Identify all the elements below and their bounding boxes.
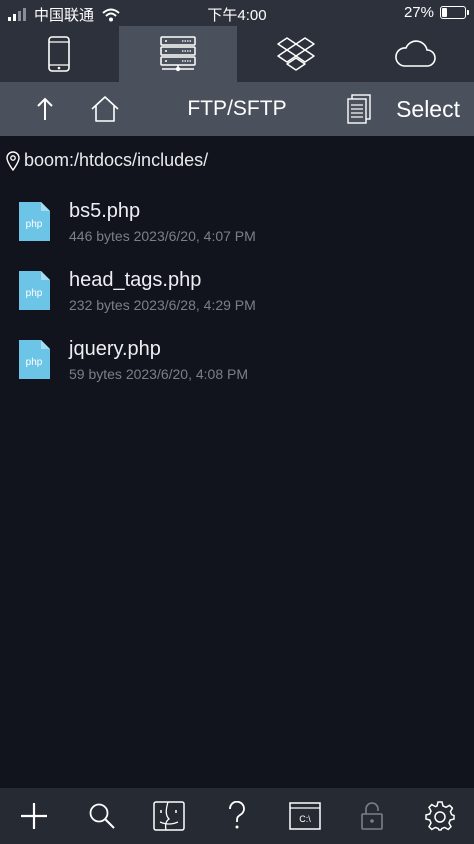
- finder-icon: [153, 801, 185, 831]
- plus-icon: [20, 803, 47, 829]
- status-bar: 中国联通 下午4:00 27%: [0, 0, 474, 26]
- tab-dropbox[interactable]: [237, 26, 356, 82]
- file-name: bs5.php: [69, 200, 141, 222]
- cloud-icon: [394, 40, 436, 67]
- breadcrumb: boom:/htdocs/includes/: [6, 150, 208, 171]
- battery-percent: 27%: [403, 4, 434, 21]
- lock-button[interactable]: [348, 792, 396, 840]
- file-name: head_tags.php: [69, 269, 202, 291]
- battery-icon: [440, 6, 469, 19]
- file-ext-label: php: [26, 288, 43, 299]
- source-tab-bar: [0, 26, 474, 82]
- search-button[interactable]: [78, 792, 126, 840]
- list-item[interactable]: php jquery.php 59 bytes 2023/6/20, 4:08 …: [0, 330, 474, 399]
- finder-button[interactable]: [145, 792, 193, 840]
- terminal-icon: C:\: [288, 802, 321, 830]
- home-icon: [91, 96, 119, 122]
- file-meta: 59 bytes 2023/6/20, 4:08 PM: [69, 366, 249, 382]
- list-item[interactable]: php head_tags.php 232 bytes 2023/6/28, 4…: [0, 261, 474, 330]
- question-icon: [229, 801, 245, 829]
- bottom-toolbar: C:\: [0, 788, 474, 844]
- location-pin-icon: [6, 150, 20, 171]
- file-name: jquery.php: [69, 338, 161, 360]
- php-file-icon: php: [19, 202, 50, 241]
- help-button[interactable]: [213, 792, 261, 840]
- up-button[interactable]: [30, 94, 60, 124]
- settings-button[interactable]: [416, 792, 464, 840]
- list-item[interactable]: php bs5.php 446 bytes 2023/6/20, 4:07 PM: [0, 192, 474, 261]
- file-ext-label: php: [26, 219, 43, 230]
- server-icon: [160, 36, 196, 72]
- dropbox-icon: [277, 37, 315, 71]
- tab-server[interactable]: [118, 26, 237, 82]
- document-icon: [347, 94, 371, 124]
- toolbar: FTP/SFTP Select: [0, 82, 474, 136]
- home-button[interactable]: [88, 92, 122, 126]
- tab-device[interactable]: [0, 26, 119, 82]
- gear-icon: [425, 801, 455, 831]
- tab-cloud[interactable]: [356, 26, 474, 82]
- clock: 下午4:00: [207, 7, 267, 24]
- path-label: boom:/htdocs/includes/: [24, 150, 209, 170]
- select-button[interactable]: Select: [396, 96, 460, 123]
- file-meta: 232 bytes 2023/6/28, 4:29 PM: [69, 297, 256, 313]
- terminal-label: C:\: [299, 814, 311, 824]
- document-button[interactable]: [344, 92, 374, 126]
- add-button[interactable]: [10, 792, 58, 840]
- php-file-icon: php: [19, 340, 50, 379]
- file-ext-label: php: [26, 357, 43, 368]
- file-list: php bs5.php 446 bytes 2023/6/20, 4:07 PM…: [0, 192, 474, 399]
- php-file-icon: php: [19, 271, 50, 310]
- search-icon: [89, 803, 115, 829]
- phone-icon: [48, 36, 71, 72]
- unlock-icon: [361, 802, 384, 830]
- terminal-button[interactable]: C:\: [281, 792, 329, 840]
- file-meta: 446 bytes 2023/6/20, 4:07 PM: [69, 228, 256, 244]
- arrow-up-icon: [37, 97, 53, 120]
